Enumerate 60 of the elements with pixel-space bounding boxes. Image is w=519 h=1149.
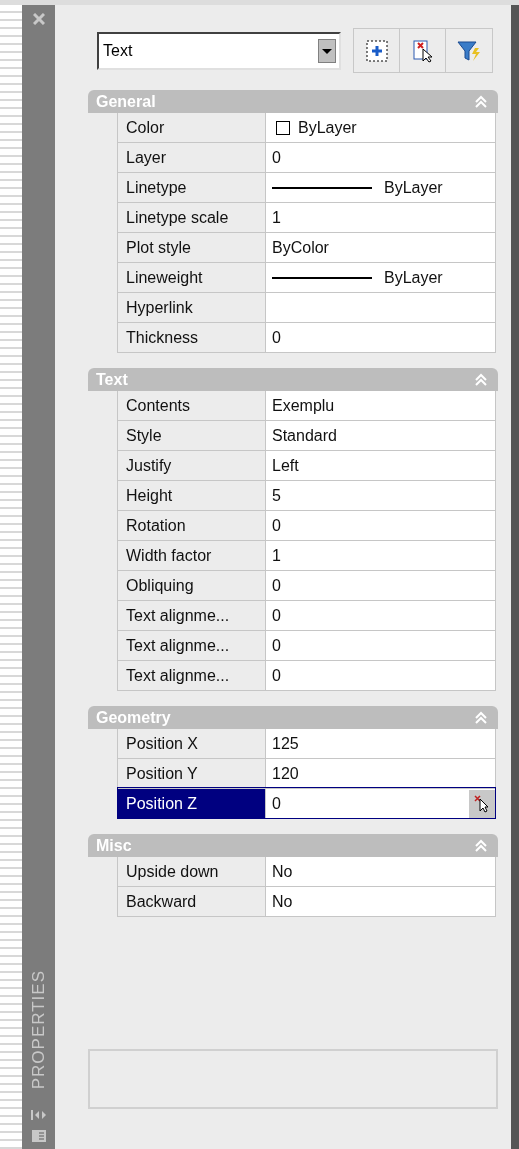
property-value[interactable]: 0 <box>272 636 281 655</box>
property-label[interactable]: Linetype scale <box>118 203 266 232</box>
auto-hide-icon[interactable] <box>30 1109 47 1121</box>
property-label[interactable]: Position Y <box>118 759 266 788</box>
property-value[interactable]: 5 <box>272 486 281 505</box>
property-value[interactable]: 125 <box>272 734 299 753</box>
object-type-dropdown[interactable]: Text <box>97 31 341 70</box>
property-label[interactable]: Text alignme... <box>118 601 266 630</box>
property-label[interactable]: Justify <box>118 451 266 480</box>
property-label[interactable]: Obliquing <box>118 571 266 600</box>
property-value[interactable]: 0 <box>272 576 281 595</box>
property-value[interactable]: 1 <box>272 208 281 227</box>
property-value[interactable]: Exemplu <box>272 396 335 415</box>
property-label[interactable]: Color <box>118 113 266 142</box>
property-label[interactable]: Rotation <box>118 511 266 540</box>
color-swatch <box>276 120 290 135</box>
dotted-selection-icon <box>364 38 389 63</box>
property-value[interactable]: ByLayer <box>384 178 443 197</box>
collapse-icon[interactable] <box>474 710 488 725</box>
pick-cursor-icon <box>474 794 490 813</box>
property-label[interactable]: Position X <box>118 729 266 758</box>
property-label[interactable]: Style <box>118 421 266 450</box>
property-label[interactable]: Position Z <box>118 789 266 818</box>
property-label[interactable]: Height <box>118 481 266 510</box>
property-label[interactable]: Backward <box>118 887 266 916</box>
property-value[interactable]: 120 <box>272 764 299 783</box>
property-value[interactable]: Left <box>272 456 299 475</box>
pick-point-button[interactable] <box>469 789 495 818</box>
property-value[interactable]: No <box>272 862 293 881</box>
properties-menu-icon[interactable] <box>30 1129 47 1143</box>
property-label[interactable]: Text alignme... <box>118 631 266 660</box>
property-value[interactable]: 0 <box>272 328 281 347</box>
property-value[interactable]: ByLayer <box>384 268 443 287</box>
property-value[interactable]: ByLayer <box>298 118 357 137</box>
property-label[interactable]: Upside down <box>118 857 266 886</box>
palette-title: PROPERTIES <box>28 969 49 1089</box>
collapse-icon[interactable] <box>474 838 488 853</box>
property-value[interactable]: 0 <box>272 666 281 685</box>
property-value[interactable]: Standard <box>272 426 337 445</box>
property-label[interactable]: Text alignme... <box>118 661 266 690</box>
property-value[interactable]: ByColor <box>272 238 329 257</box>
property-value[interactable]: 0 <box>272 516 281 535</box>
property-label[interactable]: Lineweight <box>118 263 266 292</box>
cursor-selection-icon <box>410 38 435 63</box>
property-label[interactable]: Plot style <box>118 233 266 262</box>
property-label[interactable]: Thickness <box>118 323 266 352</box>
property-label[interactable]: Linetype <box>118 173 266 202</box>
property-label[interactable]: Layer <box>118 143 266 172</box>
property-value[interactable]: 0 <box>272 148 281 167</box>
collapse-icon[interactable] <box>474 372 488 387</box>
property-value[interactable]: 0 <box>272 606 281 625</box>
property-label[interactable]: Width factor <box>118 541 266 570</box>
property-label[interactable]: Hyperlink <box>118 293 266 322</box>
property-value[interactable]: 1 <box>272 546 281 565</box>
funnel-icon <box>456 38 482 63</box>
property-label[interactable]: Contents <box>118 391 266 420</box>
close-icon[interactable] <box>32 13 45 25</box>
collapse-icon[interactable] <box>474 94 488 109</box>
property-value[interactable]: No <box>272 892 293 911</box>
property-value[interactable]: 0 <box>272 794 281 813</box>
